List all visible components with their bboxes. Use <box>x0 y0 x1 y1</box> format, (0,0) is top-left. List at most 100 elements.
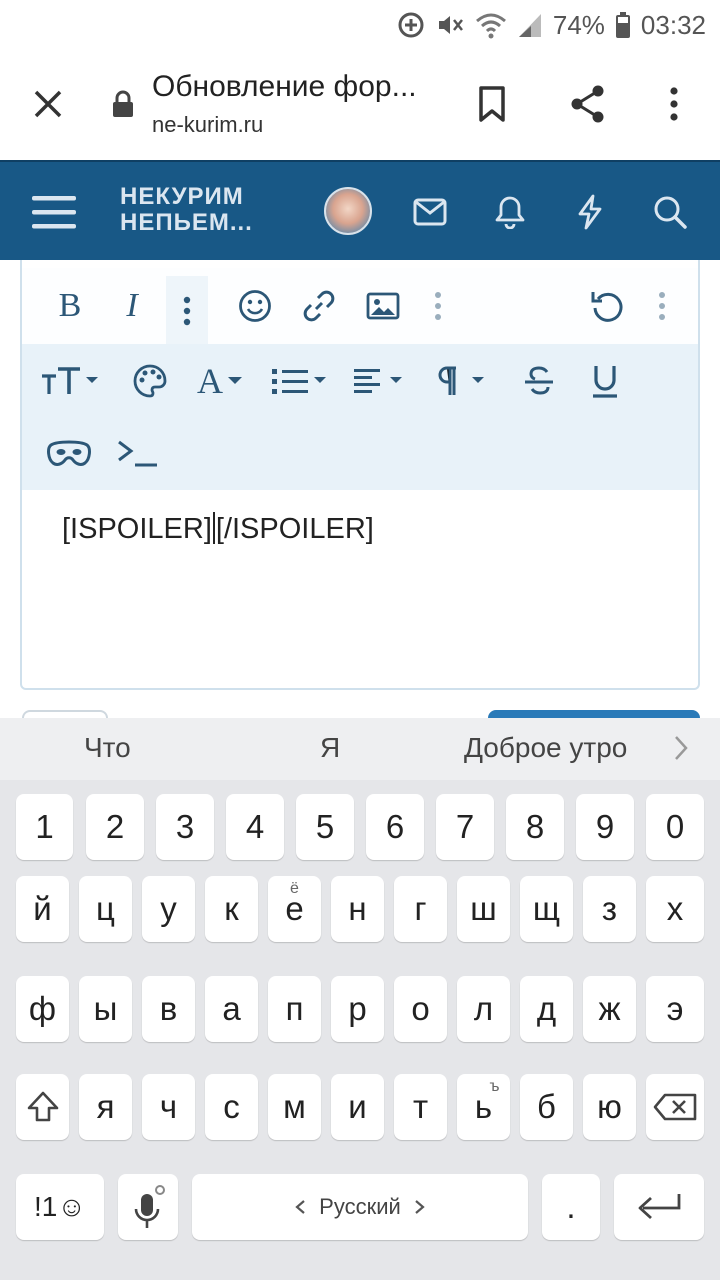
key-letter[interactable]: д <box>520 976 573 1042</box>
underline-button[interactable] <box>582 358 628 404</box>
key-2[interactable]: 2 <box>86 794 144 860</box>
key-letter[interactable]: л <box>457 976 510 1042</box>
search-icon[interactable] <box>646 188 694 236</box>
key-letter[interactable]: ч <box>142 1074 195 1140</box>
more-history-options-button[interactable] <box>644 278 680 334</box>
site-logo[interactable]: НЕКУРИМ НЕПЬЕМ... <box>120 184 253 236</box>
key-letter[interactable]: ц <box>79 876 132 942</box>
key-letter[interactable]: з <box>583 876 636 942</box>
key-letter[interactable]: ю <box>583 1074 636 1140</box>
lightning-icon[interactable] <box>566 188 614 236</box>
text-size-button[interactable] <box>38 358 104 404</box>
browser-toolbar: Обновление фор... ne-kurim.ru <box>0 50 720 160</box>
key-8[interactable]: 8 <box>506 794 564 860</box>
editor-content[interactable]: [ISPOILER] [/ISPOILER] <box>62 512 374 546</box>
key-letter[interactable]: н <box>331 876 384 942</box>
italic-button[interactable]: I <box>108 278 156 334</box>
more-insert-options-button[interactable] <box>420 278 456 334</box>
shift-key[interactable] <box>16 1074 69 1140</box>
text-color-button[interactable] <box>126 358 174 404</box>
image-icon <box>366 292 400 320</box>
data-saver-icon <box>397 11 425 39</box>
key-letter[interactable]: б <box>520 1074 573 1140</box>
palette-icon <box>133 364 167 398</box>
voice-input-key[interactable] <box>118 1174 178 1240</box>
key-letter[interactable]: а <box>205 976 258 1042</box>
chevron-right-icon[interactable] <box>672 734 690 767</box>
logo-line-1: НЕКУРИМ <box>120 183 244 210</box>
shift-icon <box>27 1091 58 1122</box>
suggestion-bar: Что Я Доброе утро <box>0 718 720 780</box>
key-letter[interactable]: к <box>205 876 258 942</box>
bell-icon[interactable] <box>486 188 534 236</box>
key-6[interactable]: 6 <box>366 794 424 860</box>
key-4[interactable]: 4 <box>226 794 284 860</box>
share-icon[interactable] <box>564 80 612 128</box>
more-vert-icon <box>435 292 441 320</box>
key-letter-e[interactable]: ё е <box>268 876 321 942</box>
page-url[interactable]: ne-kurim.ru <box>152 112 263 138</box>
image-button[interactable] <box>360 278 406 334</box>
strikethrough-button[interactable] <box>516 358 562 404</box>
chevron-right-icon <box>415 1200 425 1214</box>
clock: 03:32 <box>640 9 706 40</box>
key-letter[interactable]: т <box>394 1074 447 1140</box>
suggestion-2[interactable]: Я <box>320 732 340 764</box>
bold-icon: B <box>58 287 82 324</box>
list-icon <box>272 369 326 394</box>
list-button[interactable] <box>268 358 332 404</box>
link-button[interactable] <box>296 278 342 334</box>
symbols-key[interactable]: !1☺ <box>16 1174 104 1240</box>
key-7[interactable]: 7 <box>436 794 494 860</box>
avatar[interactable] <box>324 187 372 235</box>
mail-icon[interactable] <box>406 188 454 236</box>
paragraph-button[interactable] <box>432 358 494 404</box>
page-title[interactable]: Обновление фор... <box>152 70 442 104</box>
key-3[interactable]: 3 <box>156 794 214 860</box>
key-letter[interactable]: ж <box>583 976 636 1042</box>
backspace-key[interactable] <box>646 1074 704 1140</box>
key-letter[interactable]: о <box>394 976 447 1042</box>
key-letter-soft-sign[interactable]: ъ ь <box>457 1074 510 1140</box>
key-letter[interactable]: ш <box>457 876 510 942</box>
spoiler-mask-icon <box>47 440 91 466</box>
key-1[interactable]: 1 <box>16 794 73 860</box>
period-key[interactable]: . <box>542 1174 600 1240</box>
enter-key[interactable] <box>614 1174 704 1240</box>
key-letter[interactable]: п <box>268 976 321 1042</box>
key-letter[interactable]: ф <box>16 976 69 1042</box>
more-vert-icon[interactable] <box>650 80 698 128</box>
suggestion-1[interactable]: Что <box>84 732 131 764</box>
undo-button[interactable] <box>584 278 630 334</box>
code-button[interactable] <box>112 430 162 476</box>
key-9[interactable]: 9 <box>576 794 634 860</box>
font-button[interactable]: A <box>190 358 250 404</box>
suggestion-3[interactable]: Доброе утро <box>464 732 627 764</box>
key-letter[interactable]: р <box>331 976 384 1042</box>
key-letter[interactable]: э <box>646 976 704 1042</box>
bookmark-icon[interactable] <box>470 80 514 128</box>
spoiler-button[interactable] <box>44 430 94 476</box>
key-letter[interactable]: х <box>646 876 704 942</box>
key-letter[interactable]: я <box>79 1074 132 1140</box>
space-key[interactable]: Русский <box>192 1174 528 1240</box>
battery-icon <box>615 11 631 39</box>
menu-icon[interactable] <box>30 188 78 236</box>
emoji-button[interactable] <box>232 278 278 334</box>
key-letter[interactable]: м <box>268 1074 321 1140</box>
key-letter[interactable]: и <box>331 1074 384 1140</box>
key-letter[interactable]: щ <box>520 876 573 942</box>
key-letter[interactable]: г <box>394 876 447 942</box>
bold-button[interactable]: B <box>46 278 94 334</box>
key-letter[interactable]: й <box>16 876 69 942</box>
key-letter[interactable]: с <box>205 1074 258 1140</box>
key-0[interactable]: 0 <box>646 794 704 860</box>
key-letter[interactable]: в <box>142 976 195 1042</box>
align-button[interactable] <box>350 358 414 404</box>
key-5[interactable]: 5 <box>296 794 354 860</box>
rich-text-editor: B I A [ISPOILER] [/ISPOILER] <box>20 260 700 690</box>
key-letter[interactable]: у <box>142 876 195 942</box>
close-icon[interactable] <box>24 80 72 128</box>
key-letter[interactable]: ы <box>79 976 132 1042</box>
more-text-options-button[interactable] <box>166 276 208 346</box>
